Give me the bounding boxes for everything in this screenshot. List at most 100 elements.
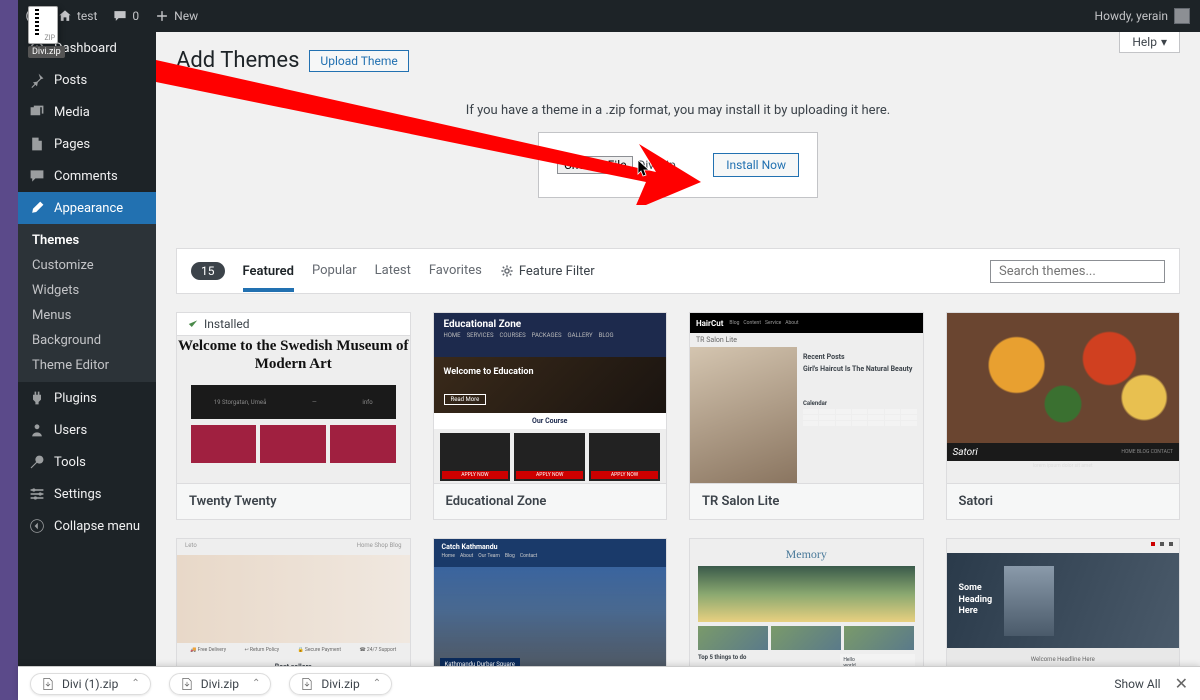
settings-icon <box>28 485 46 503</box>
submenu-appearance: Themes Customize Widgets Menus Backgroun… <box>18 224 156 382</box>
check-icon <box>187 318 199 330</box>
theme-screenshot: Memory Top 5 things to doHelloworld <box>690 539 923 684</box>
menu-media[interactable]: Media <box>18 96 156 128</box>
theme-card-tr-salon-lite[interactable]: HairCutBlogContentServiceAbout TR Salon … <box>689 312 924 520</box>
browser-left-strip <box>0 0 18 700</box>
theme-card-twenty-twenty[interactable]: Installed Welcome to the Swedish Museum … <box>176 312 411 520</box>
theme-screenshot: Welcome to the Swedish Museum of Modern … <box>177 313 410 483</box>
feature-filter-button[interactable]: Feature Filter <box>500 264 595 279</box>
theme-card-satori[interactable]: SatoriHOME BLOG CONTACT lorem ipsum dolo… <box>946 312 1181 520</box>
file-icon <box>300 677 314 691</box>
tab-latest[interactable]: Latest <box>375 263 411 280</box>
page-title: Add Themes <box>176 48 299 73</box>
wp-adminbar: test 0 New Howdy, yerain <box>18 0 1200 32</box>
dashboard-icon <box>28 39 46 57</box>
install-now-button[interactable]: Install Now <box>713 153 799 177</box>
tab-featured[interactable]: Featured <box>243 264 295 292</box>
installed-badge: Installed <box>177 313 410 336</box>
theme-grid: Installed Welcome to the Swedish Museum … <box>176 312 1180 520</box>
chevron-down-icon: ▾ <box>1161 35 1167 49</box>
gear-icon <box>500 264 514 278</box>
comments-count: 0 <box>132 9 139 23</box>
theme-card-leto[interactable]: LetoHome Shop Blog 🚚 Free Delivery↩ Retu… <box>176 538 411 685</box>
media-icon <box>28 103 46 121</box>
close-download-bar[interactable]: ✕ <box>1175 674 1188 693</box>
show-all-downloads[interactable]: Show All <box>1114 677 1160 691</box>
site-name-link[interactable]: test <box>50 0 105 32</box>
admin-sidebar: Dashboard Posts Media Pages Comments App… <box>18 32 156 700</box>
menu-pages[interactable]: Pages <box>18 128 156 160</box>
menu-plugins[interactable]: Plugins <box>18 382 156 414</box>
comment-icon <box>113 9 127 23</box>
choose-file-button[interactable]: Choose File <box>557 156 633 174</box>
submenu-themes[interactable]: Themes <box>18 228 156 253</box>
upload-hint: If you have a theme in a .zip format, yo… <box>176 103 1180 118</box>
theme-name: Satori <box>947 483 1180 519</box>
download-item[interactable]: Divi (1).zip ⌃ <box>30 673 151 695</box>
home-icon <box>58 9 72 23</box>
theme-card-catch-kathmandu[interactable]: Catch KathmanduHomeAboutOur TeamBlogCont… <box>433 538 668 685</box>
chevron-up-icon[interactable]: ⌃ <box>373 678 381 689</box>
chevron-up-icon[interactable]: ⌃ <box>131 678 139 689</box>
tools-icon <box>28 453 46 471</box>
main-content: Help▾ Add Themes Upload Theme If you hav… <box>156 32 1200 700</box>
menu-collapse[interactable]: Collapse menu <box>18 510 156 542</box>
upload-form: Choose File Divi.zip Install Now <box>538 132 818 198</box>
submenu-customize[interactable]: Customize <box>18 253 156 278</box>
file-icon <box>41 677 55 691</box>
theme-card-educational-zone[interactable]: Educational ZoneHOMESERVICESCOURSESPACKA… <box>433 312 668 520</box>
menu-posts[interactable]: Posts <box>18 64 156 96</box>
page-icon <box>28 135 46 153</box>
menu-tools[interactable]: Tools <box>18 446 156 478</box>
submenu-background[interactable]: Background <box>18 328 156 353</box>
theme-name: TR Salon Lite <box>690 483 923 519</box>
theme-screenshot: Educational ZoneHOMESERVICESCOURSESPACKA… <box>434 313 667 483</box>
menu-comments[interactable]: Comments <box>18 160 156 192</box>
file-icon <box>180 677 194 691</box>
avatar <box>1174 8 1190 24</box>
theme-card-memory[interactable]: Memory Top 5 things to doHelloworld <box>689 538 924 685</box>
theme-count: 15 <box>191 262 225 280</box>
submenu-widgets[interactable]: Widgets <box>18 278 156 303</box>
theme-filter-bar: 15 Featured Popular Latest Favorites Fea… <box>176 248 1180 294</box>
theme-grid-row2: LetoHome Shop Blog 🚚 Free Delivery↩ Retu… <box>176 538 1180 685</box>
wordpress-icon <box>26 8 42 24</box>
menu-dashboard[interactable]: Dashboard <box>18 32 156 64</box>
menu-users[interactable]: Users <box>18 414 156 446</box>
submenu-theme-editor[interactable]: Theme Editor <box>18 353 156 378</box>
account-link[interactable]: Howdy, yerain <box>1095 8 1200 24</box>
theme-screenshot: HairCutBlogContentServiceAbout TR Salon … <box>690 313 923 483</box>
howdy-text: Howdy, yerain <box>1095 9 1168 23</box>
theme-card-agency[interactable]: SomeHeadingHere Welcome Headline Here <box>946 538 1181 685</box>
comments-link[interactable]: 0 <box>105 0 147 32</box>
tab-popular[interactable]: Popular <box>312 263 357 280</box>
theme-screenshot: SomeHeadingHere Welcome Headline Here <box>947 539 1180 684</box>
collapse-icon <box>28 517 46 535</box>
theme-name: Educational Zone <box>434 483 667 519</box>
download-item[interactable]: Divi.zip ⌃ <box>169 673 272 695</box>
help-tab[interactable]: Help▾ <box>1119 32 1180 53</box>
pin-icon <box>28 71 46 89</box>
brush-icon <box>28 199 46 217</box>
comments-icon <box>28 167 46 185</box>
menu-appearance[interactable]: Appearance <box>18 192 156 224</box>
theme-screenshot: SatoriHOME BLOG CONTACT lorem ipsum dolo… <box>947 313 1180 483</box>
site-name: test <box>77 9 97 23</box>
users-icon <box>28 421 46 439</box>
theme-screenshot: LetoHome Shop Blog 🚚 Free Delivery↩ Retu… <box>177 539 410 684</box>
search-themes-input[interactable] <box>990 260 1165 283</box>
plugin-icon <box>28 389 46 407</box>
theme-screenshot: Catch KathmanduHomeAboutOur TeamBlogCont… <box>434 539 667 684</box>
submenu-menus[interactable]: Menus <box>18 303 156 328</box>
menu-settings[interactable]: Settings <box>18 478 156 510</box>
chosen-file-name: Divi.zip <box>637 158 675 172</box>
download-item[interactable]: Divi.zip ⌃ <box>289 673 392 695</box>
new-content-link[interactable]: New <box>147 0 206 32</box>
upload-theme-button[interactable]: Upload Theme <box>309 50 408 72</box>
browser-download-bar: Divi (1).zip ⌃ Divi.zip ⌃ Divi.zip ⌃ Sho… <box>18 666 1200 700</box>
tab-favorites[interactable]: Favorites <box>429 263 482 280</box>
theme-name: Twenty Twenty <box>177 483 410 519</box>
new-label: New <box>174 9 198 23</box>
chevron-up-icon[interactable]: ⌃ <box>252 678 260 689</box>
wp-logo[interactable] <box>18 0 50 32</box>
